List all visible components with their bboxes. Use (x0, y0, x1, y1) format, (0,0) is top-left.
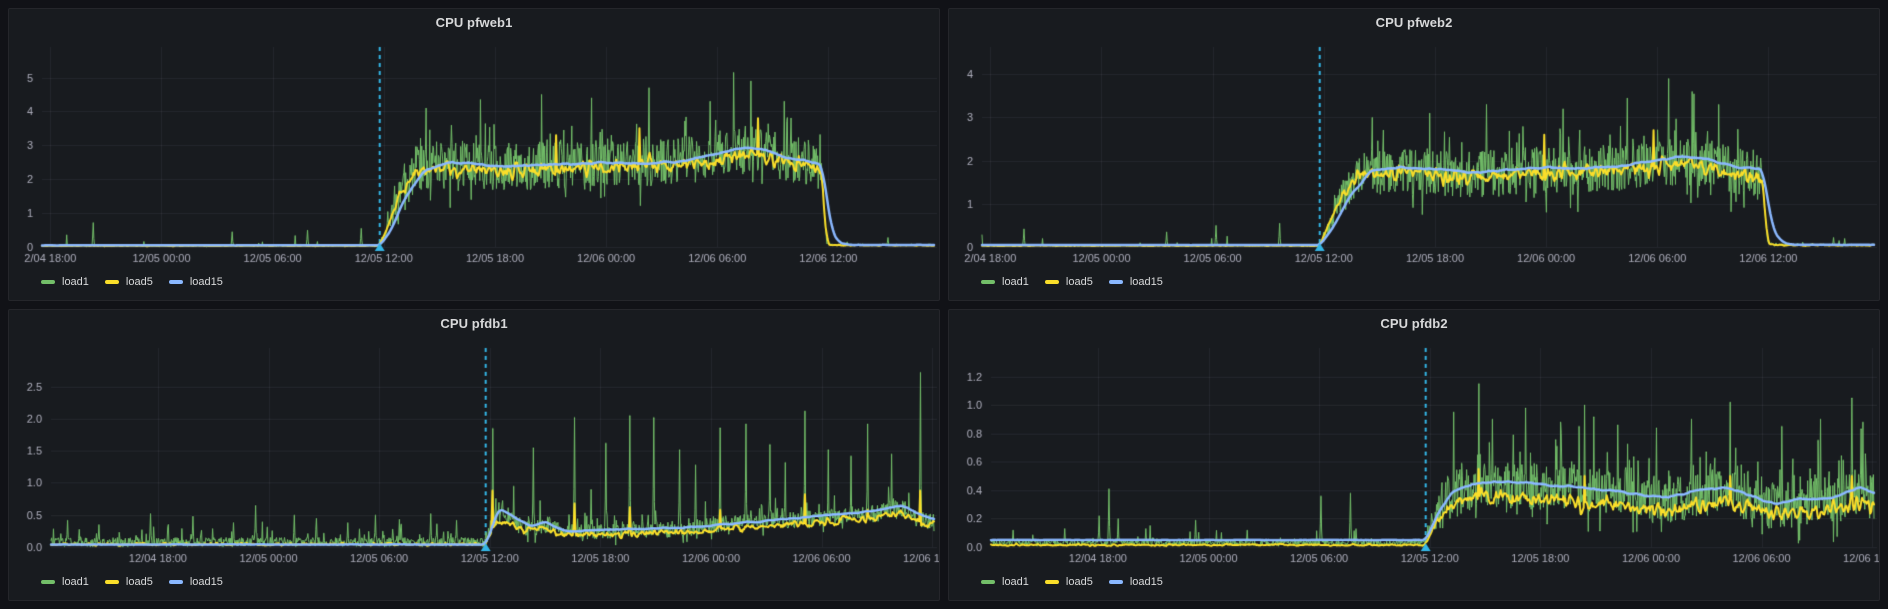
legend-item-load5[interactable]: load5 (1045, 576, 1093, 588)
legend-label: load15 (190, 276, 223, 288)
legend-swatch-load15 (169, 280, 183, 284)
legend-item-load1[interactable]: load1 (981, 276, 1029, 288)
chart-area (9, 338, 939, 570)
legend-item-load15[interactable]: load15 (1109, 576, 1163, 588)
legend-item-load5[interactable]: load5 (105, 576, 153, 588)
legend-swatch-load1 (981, 280, 995, 284)
chart-legend: load1 load5 load15 (949, 569, 1879, 600)
legend-label: load15 (190, 576, 223, 588)
panel-cpu-pfdb2: CPU pfdb2 load1 load5 load15 (948, 309, 1880, 602)
legend-label: load5 (126, 576, 153, 588)
chart-legend: load1 load5 load15 (949, 269, 1879, 300)
legend-swatch-load5 (1045, 280, 1059, 284)
panel-title[interactable]: CPU pfdb1 (9, 310, 939, 338)
legend-item-load15[interactable]: load15 (1109, 276, 1163, 288)
chart-legend: load1 load5 load15 (9, 569, 939, 600)
legend-swatch-load15 (1109, 580, 1123, 584)
legend-swatch-load15 (169, 580, 183, 584)
panel-title[interactable]: CPU pfdb2 (949, 310, 1879, 338)
panel-cpu-pfweb2: CPU pfweb2 load1 load5 load15 (948, 8, 1880, 301)
legend-label: load1 (1002, 276, 1029, 288)
legend-swatch-load5 (105, 580, 119, 584)
time-series-chart[interactable] (9, 338, 939, 570)
legend-swatch-load15 (1109, 280, 1123, 284)
legend-item-load1[interactable]: load1 (41, 576, 89, 588)
panel-cpu-pfdb1: CPU pfdb1 load1 load5 load15 (8, 309, 940, 602)
time-series-chart[interactable] (9, 37, 939, 269)
legend-item-load5[interactable]: load5 (105, 276, 153, 288)
panel-title[interactable]: CPU pfweb1 (9, 9, 939, 37)
chart-area (9, 37, 939, 269)
time-series-chart[interactable] (949, 338, 1879, 570)
legend-item-load15[interactable]: load15 (169, 276, 223, 288)
panel-title[interactable]: CPU pfweb2 (949, 9, 1879, 37)
panel-cpu-pfweb1: CPU pfweb1 load1 load5 load15 (8, 8, 940, 301)
legend-item-load1[interactable]: load1 (981, 576, 1029, 588)
time-series-chart[interactable] (949, 37, 1879, 269)
chart-area (949, 37, 1879, 269)
legend-label: load1 (1002, 576, 1029, 588)
legend-label: load5 (1066, 576, 1093, 588)
legend-swatch-load1 (41, 580, 55, 584)
legend-item-load5[interactable]: load5 (1045, 276, 1093, 288)
legend-swatch-load5 (1045, 580, 1059, 584)
legend-swatch-load5 (105, 280, 119, 284)
dashboard-grid: { "theme": { "background": "#111217", "p… (0, 0, 1888, 609)
legend-item-load15[interactable]: load15 (169, 576, 223, 588)
legend-label: load1 (62, 576, 89, 588)
legend-label: load15 (1130, 576, 1163, 588)
legend-label: load1 (62, 276, 89, 288)
legend-item-load1[interactable]: load1 (41, 276, 89, 288)
chart-legend: load1 load5 load15 (9, 269, 939, 300)
legend-swatch-load1 (981, 580, 995, 584)
legend-swatch-load1 (41, 280, 55, 284)
legend-label: load15 (1130, 276, 1163, 288)
legend-label: load5 (1066, 276, 1093, 288)
legend-label: load5 (126, 276, 153, 288)
chart-area (949, 338, 1879, 570)
